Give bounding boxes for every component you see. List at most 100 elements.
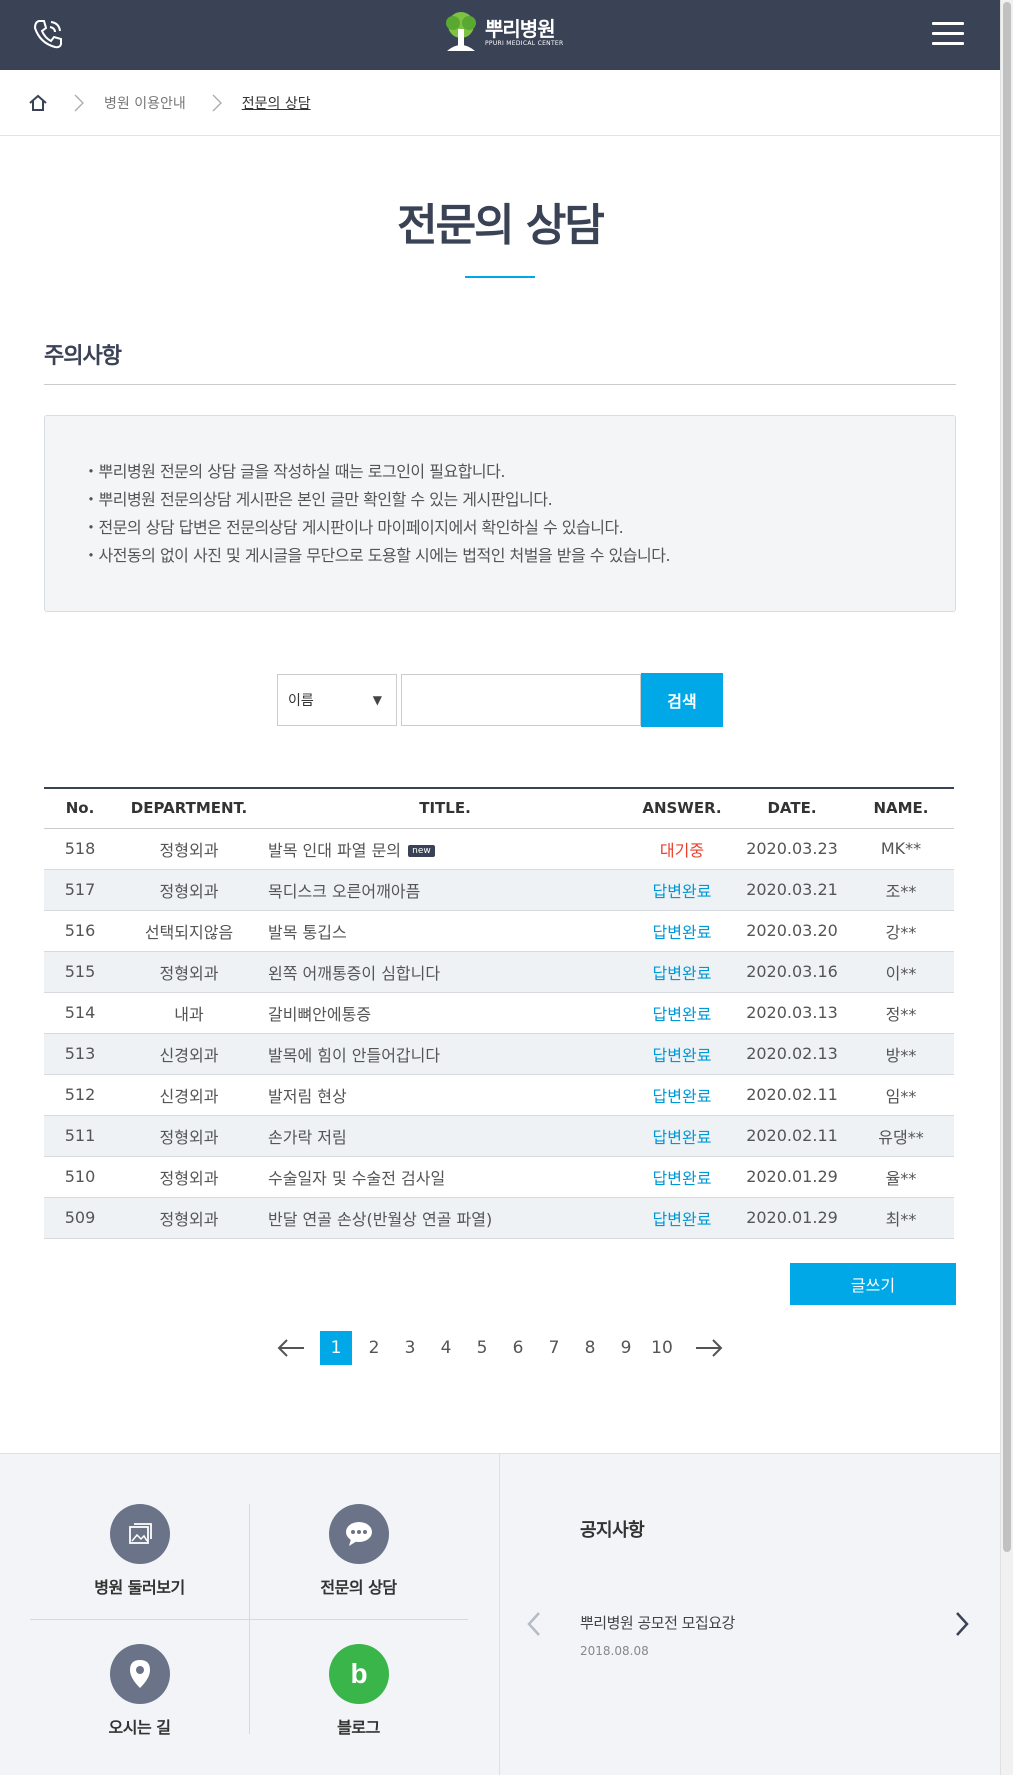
triangle-down-icon: ▼ bbox=[372, 693, 382, 707]
breadcrumb-current[interactable]: 전문의 상담 bbox=[242, 93, 311, 113]
cell-date: 2020.02.11 bbox=[736, 1074, 848, 1116]
col-title: TITLE. bbox=[262, 788, 628, 829]
quick-link-blog[interactable]: b 블로그 bbox=[249, 1644, 468, 1738]
cell-answer: 답변완료 bbox=[628, 910, 736, 952]
cell-answer: 답변완료 bbox=[628, 869, 736, 911]
table-row[interactable]: 515 정형외과 왼쪽 어깨통증이 심합니다 답변완료 2020.03.16 이… bbox=[44, 951, 954, 993]
cell-answer: 답변완료 bbox=[628, 1074, 736, 1116]
cell-dept: 정형외과 bbox=[116, 1156, 262, 1198]
table-row[interactable]: 517 정형외과 목디스크 오른어깨아픔 답변완료 2020.03.21 조** bbox=[44, 869, 954, 911]
table-row[interactable]: 509 정형외과 반달 연골 손상(반월상 연골 파열) 답변완료 2020.0… bbox=[44, 1197, 954, 1239]
quick-link-label: 오시는 길 bbox=[108, 1718, 171, 1737]
table-header-row: No. DEPARTMENT. TITLE. ANSWER. DATE. NAM… bbox=[44, 788, 954, 829]
table-row[interactable]: 512 신경외과 발저림 현상 답변완료 2020.02.11 임** bbox=[44, 1074, 954, 1116]
cell-no: 517 bbox=[44, 869, 116, 911]
search-bar: 이름 ▼ 검색 bbox=[0, 673, 1000, 727]
cell-title[interactable]: 발저림 현상 bbox=[262, 1074, 628, 1116]
logo[interactable]: 뿌리병원 PPURI MEDICAL CENTER bbox=[441, 11, 563, 55]
page-8[interactable]: 8 bbox=[572, 1331, 608, 1365]
search-type-select[interactable]: 이름 ▼ bbox=[277, 674, 397, 726]
cell-title[interactable]: 발목 인대 파열 문의 bbox=[268, 841, 401, 860]
col-name: NAME. bbox=[848, 788, 954, 829]
quick-link-consult[interactable]: 전문의 상담 bbox=[249, 1504, 468, 1598]
arrow-right-icon[interactable] bbox=[694, 1338, 724, 1358]
top-header: 뿌리병원 PPURI MEDICAL CENTER bbox=[0, 0, 1000, 70]
search-input[interactable] bbox=[401, 674, 641, 726]
chevron-right-icon[interactable] bbox=[952, 1609, 972, 1639]
cell-title[interactable]: 발목 통깁스 bbox=[262, 910, 628, 952]
page-5[interactable]: 5 bbox=[464, 1331, 500, 1365]
chat-bubble-icon bbox=[328, 1504, 389, 1564]
footer: 병원 둘러보기 전문의 상담 오시는 길 b 블로그 공지사항 뿌리병원 공모전… bbox=[0, 1453, 1000, 1775]
page-6[interactable]: 6 bbox=[500, 1331, 536, 1365]
notice-box: ・뿌리병원 전문의 상담 글을 작성하실 때는 로그인이 필요합니다. ・뿌리병… bbox=[44, 415, 956, 612]
arrow-left-icon[interactable] bbox=[276, 1338, 306, 1358]
cell-answer: 답변완료 bbox=[628, 1033, 736, 1075]
cell-date: 2020.03.20 bbox=[736, 910, 848, 952]
search-button[interactable]: 검색 bbox=[641, 673, 723, 727]
cell-no: 514 bbox=[44, 992, 116, 1034]
cell-title[interactable]: 왼쪽 어깨통증이 심합니다 bbox=[262, 951, 628, 993]
page-4[interactable]: 4 bbox=[428, 1331, 464, 1365]
phone-icon[interactable] bbox=[30, 16, 66, 52]
page-3[interactable]: 3 bbox=[392, 1331, 428, 1365]
page-2[interactable]: 2 bbox=[356, 1331, 392, 1365]
cell-title[interactable]: 발목에 힘이 안들어갑니다 bbox=[262, 1033, 628, 1075]
cell-dept: 내과 bbox=[116, 992, 262, 1034]
cell-no: 518 bbox=[44, 828, 116, 870]
cell-name: 방** bbox=[848, 1033, 954, 1075]
cell-title[interactable]: 갈비뼈안에통증 bbox=[262, 992, 628, 1034]
hamburger-menu-icon[interactable] bbox=[932, 22, 964, 46]
home-icon[interactable] bbox=[28, 93, 48, 113]
page-10[interactable]: 10 bbox=[644, 1331, 680, 1365]
gallery-icon bbox=[109, 1504, 170, 1564]
notice-item-date: 2018.08.08 bbox=[580, 1644, 649, 1658]
chevron-right-icon bbox=[212, 94, 222, 111]
col-no: No. bbox=[44, 788, 116, 829]
table-row[interactable]: 516 선택되지않음 발목 통깁스 답변완료 2020.03.20 강** bbox=[44, 910, 954, 952]
cell-no: 510 bbox=[44, 1156, 116, 1198]
cell-date: 2020.02.13 bbox=[736, 1033, 848, 1075]
cell-name: 임** bbox=[848, 1074, 954, 1116]
cell-title[interactable]: 손가락 저림 bbox=[262, 1115, 628, 1157]
cell-title[interactable]: 반달 연골 손상(반월상 연골 파열) bbox=[262, 1197, 628, 1239]
table-row[interactable]: 510 정형외과 수술일자 및 수술전 검사일 답변완료 2020.01.29 … bbox=[44, 1156, 954, 1198]
cell-name: 유댕** bbox=[848, 1115, 954, 1157]
cell-answer: 답변완료 bbox=[628, 992, 736, 1034]
page-title: 전문의 상담 bbox=[397, 200, 605, 251]
table-row[interactable]: 514 내과 갈비뼈안에통증 답변완료 2020.03.13 정** bbox=[44, 992, 954, 1034]
quick-link-tour[interactable]: 병원 둘러보기 bbox=[30, 1504, 249, 1598]
table-row[interactable]: 513 신경외과 발목에 힘이 안들어갑니다 답변완료 2020.02.13 방… bbox=[44, 1033, 954, 1075]
cell-title[interactable]: 수술일자 및 수술전 검사일 bbox=[262, 1156, 628, 1198]
page-1[interactable]: 1 bbox=[320, 1330, 352, 1365]
page-7[interactable]: 7 bbox=[536, 1331, 572, 1365]
col-answer: ANSWER. bbox=[628, 788, 736, 829]
pagination: 1 2 3 4 5 6 7 8 9 10 bbox=[0, 1330, 1000, 1365]
table-row[interactable]: 518 정형외과 발목 인대 파열 문의 new 대기중 2020.03.23 … bbox=[44, 828, 954, 870]
write-row: 글쓰기 bbox=[44, 1262, 956, 1305]
scrollbar-thumb[interactable] bbox=[1003, 2, 1011, 1552]
write-button[interactable]: 글쓰기 bbox=[790, 1262, 956, 1305]
cell-dept: 정형외과 bbox=[116, 951, 262, 993]
cell-dept: 신경외과 bbox=[116, 1033, 262, 1075]
cell-date: 2020.01.29 bbox=[736, 1197, 848, 1239]
notice-item-title[interactable]: 뿌리병원 공모전 모집요강 bbox=[580, 1612, 735, 1633]
cell-title[interactable]: 목디스크 오른어깨아픔 bbox=[262, 869, 628, 911]
quick-link-directions[interactable]: 오시는 길 bbox=[30, 1644, 249, 1738]
breadcrumb-level1[interactable]: 병원 이용안내 bbox=[104, 93, 186, 113]
scrollbar[interactable] bbox=[1000, 0, 1013, 1775]
quick-link-label: 병원 둘러보기 bbox=[94, 1578, 185, 1597]
cell-title-wrap[interactable]: 발목 인대 파열 문의 new bbox=[262, 828, 628, 870]
chevron-left-icon[interactable] bbox=[524, 1609, 544, 1639]
cell-dept: 정형외과 bbox=[116, 1197, 262, 1239]
cell-date: 2020.02.11 bbox=[736, 1115, 848, 1157]
table-row[interactable]: 511 정형외과 손가락 저림 답변완료 2020.02.11 유댕** bbox=[44, 1115, 954, 1157]
col-date: DATE. bbox=[736, 788, 848, 829]
divider bbox=[30, 1619, 468, 1620]
cell-no: 509 bbox=[44, 1197, 116, 1239]
col-department: DEPARTMENT. bbox=[116, 788, 262, 829]
cell-answer: 답변완료 bbox=[628, 1197, 736, 1239]
page-9[interactable]: 9 bbox=[608, 1331, 644, 1365]
cell-date: 2020.03.13 bbox=[736, 992, 848, 1034]
cell-no: 513 bbox=[44, 1033, 116, 1075]
